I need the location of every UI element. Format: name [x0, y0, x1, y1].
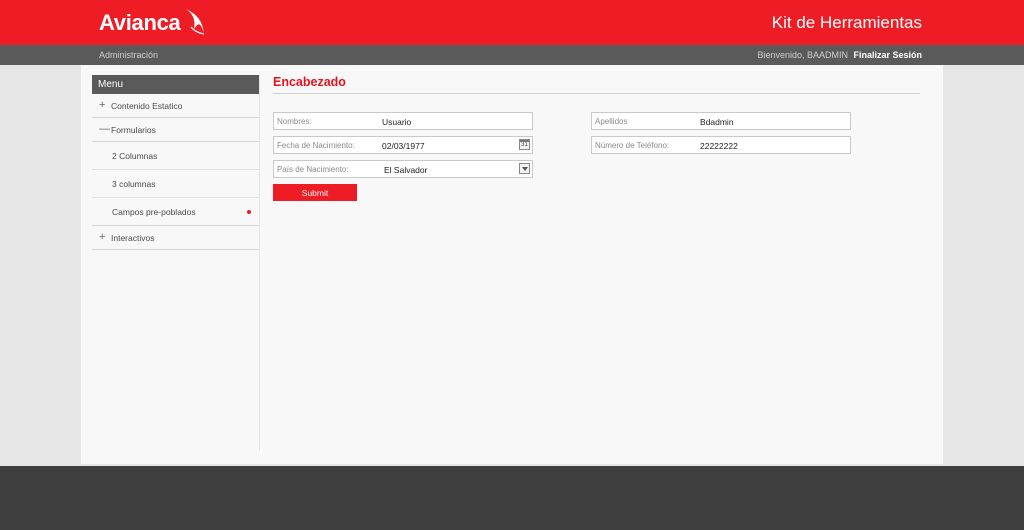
dropdown-arrow-icon[interactable] [519, 163, 530, 174]
sidebar-item-contenido-estatico[interactable]: + Contenido Estatico [92, 94, 259, 118]
logo-text: Avianca [99, 10, 181, 35]
nombres-field[interactable]: Nombres: [273, 112, 533, 130]
menu-title: Menu [92, 75, 259, 94]
sub-navigation-bar: Administración Bienvenido, BAADMIN Final… [0, 45, 1024, 65]
sidebar-subitem-label: Campos pre-poblados [112, 207, 196, 217]
sidebar-item-formularios[interactable]: — Formularios [92, 118, 259, 142]
collapse-minus-icon: — [99, 123, 110, 135]
sidebar-menu: Menu + Contenido Estatico — Formularios … [92, 75, 260, 451]
administration-link[interactable]: Administración [99, 50, 158, 60]
sidebar-subitem-3-columnas[interactable]: 3 columnas [92, 170, 259, 198]
apellidos-field[interactable]: Apellidos [591, 112, 851, 130]
sidebar-subitem-2-columnas[interactable]: 2 Columnas [92, 142, 259, 170]
page-container: Menu + Contenido Estatico — Formularios … [81, 65, 943, 464]
footer-bar [0, 466, 1024, 530]
telefono-input[interactable] [700, 141, 820, 151]
sidebar-subitem-campos-pre-poblados[interactable]: Campos pre-poblados [92, 198, 259, 226]
submit-button[interactable]: Submit [273, 184, 357, 201]
field-label: País de Nacimiento: [277, 165, 349, 174]
pais-selected-value: El Salvador [384, 165, 428, 175]
section-title: Encabezado [273, 75, 920, 94]
apellidos-input[interactable] [700, 117, 820, 127]
top-header-bar: Avianca Kit de Herramientas [0, 0, 1024, 45]
calendar-icon[interactable]: 31 [519, 139, 530, 150]
pais-nacimiento-select[interactable]: País de Nacimiento: El Salvador [273, 160, 533, 178]
sidebar-item-interactivos[interactable]: + Interactivos [92, 226, 259, 250]
form: Nombres: Apellidos Fecha de Nacimiento: … [273, 112, 920, 262]
field-label: Nombres: [277, 117, 312, 126]
nombres-input[interactable] [382, 117, 502, 127]
sidebar-item-label: Formularios [111, 125, 156, 135]
field-label: Número de Teléfono: [595, 141, 670, 150]
logout-link[interactable]: Finalizar Sesión [853, 50, 922, 60]
bird-logo-icon [186, 9, 205, 35]
sidebar-item-label: Interactivos [111, 233, 155, 243]
expand-plus-icon: + [99, 231, 106, 243]
fecha-nacimiento-field[interactable]: Fecha de Nacimiento: 31 [273, 136, 533, 154]
sidebar-subitem-label: 3 columnas [112, 179, 156, 189]
active-indicator-dot [247, 210, 251, 214]
sidebar-subitem-label: 2 Columnas [112, 151, 158, 161]
telefono-field[interactable]: Número de Teléfono: [591, 136, 851, 154]
field-label: Apellidos [595, 117, 628, 126]
fecha-nacimiento-input[interactable] [382, 141, 502, 151]
avianca-logo[interactable]: Avianca [99, 7, 206, 39]
sidebar-item-label: Contenido Estatico [111, 101, 183, 111]
expand-plus-icon: + [99, 99, 106, 111]
field-label: Fecha de Nacimiento: [277, 141, 355, 150]
app-title: Kit de Herramientas [771, 13, 922, 32]
welcome-text: Bienvenido, BAADMIN [757, 50, 848, 60]
main-content: Encabezado Nombres: Apellidos Fecha de N… [273, 75, 920, 262]
